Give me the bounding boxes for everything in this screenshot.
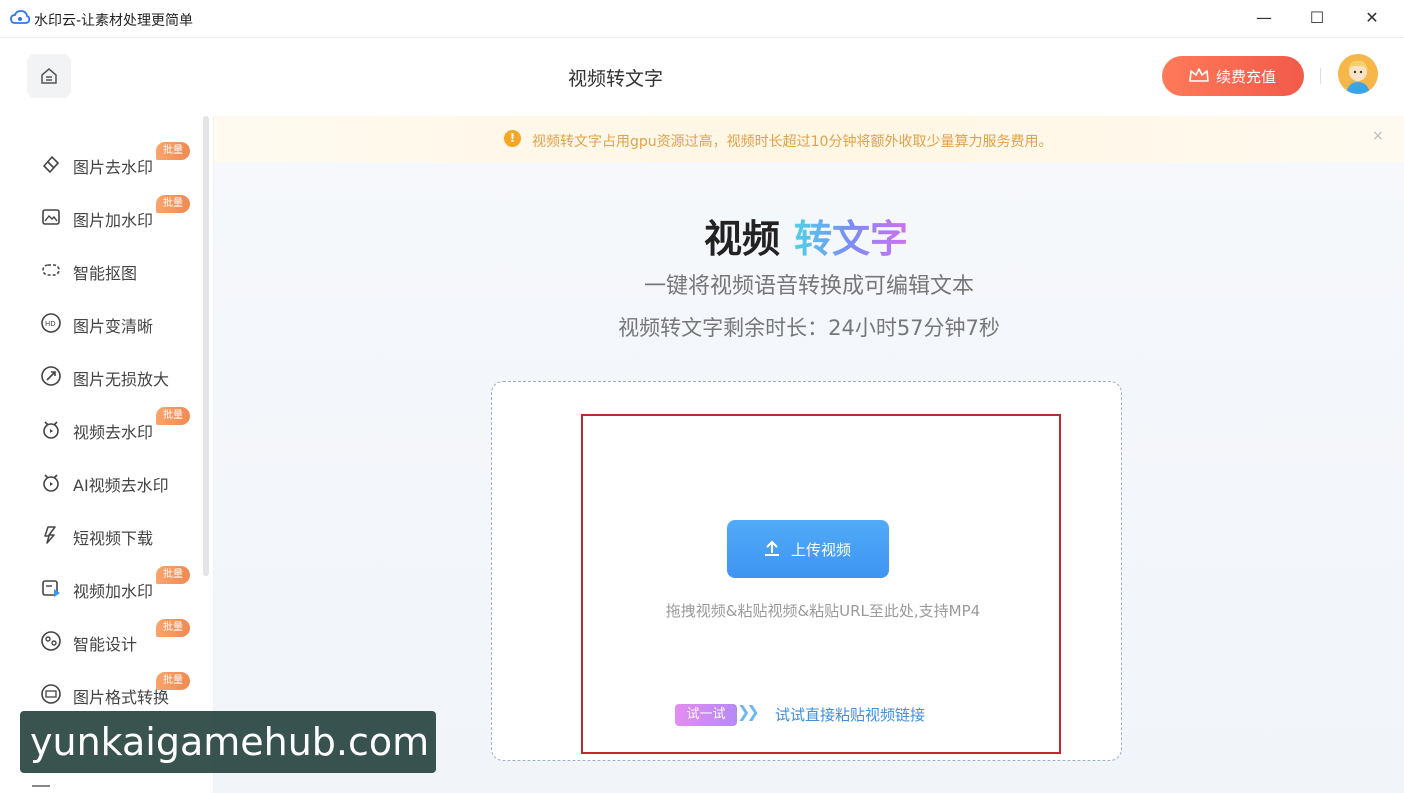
sidebar-item-smart-cutout[interactable]: 智能抠图 [0, 250, 200, 290]
sidebar-item-video-remove-watermark[interactable]: 视频去水印 批量 [0, 407, 200, 449]
sidebar-item-label: 图片无损放大 [73, 370, 170, 389]
sidebar-item-label: 智能设计 [73, 635, 138, 654]
sidebar-item-image-remove-watermark[interactable]: 图片去水印 批量 [0, 142, 200, 184]
home-icon [41, 68, 57, 84]
image-add-icon [42, 209, 60, 225]
notice-close-button[interactable]: × [1372, 128, 1384, 144]
notice-text: 视频转文字占用gpu资源过高，视频时长超过10分钟将额外收取少量算力服务费用。 [532, 134, 1053, 150]
highlight-box: 上传视频 拖拽视频&粘贴视频&粘贴URL至此处,支持MP4 试一试 ❯❯ 试试直… [581, 414, 1061, 754]
design-icon [41, 631, 61, 651]
sidebar-scrollbar[interactable] [203, 116, 209, 576]
crown-icon [1189, 68, 1209, 82]
sidebar-item-label: 视频加水印 [73, 582, 154, 601]
minimize-button[interactable]: — [1254, 8, 1274, 28]
remaining-time: 视频转文字剩余时长：24小时57分钟7秒 [618, 316, 1000, 340]
sidebar-item-smart-design[interactable]: 智能设计 批量 [0, 619, 200, 661]
cutout-icon [42, 264, 60, 276]
sidebar-item-label: AI视频去水印 [73, 476, 169, 495]
upload-icon [765, 540, 779, 556]
double-chevron-icon: ❯❯ [737, 702, 760, 721]
warning-icon: ! [504, 130, 521, 147]
home-button[interactable] [27, 54, 71, 98]
sidebar-item-label: 图片变清晰 [73, 317, 154, 336]
format-icon [41, 684, 61, 704]
sidebar-item-label: 图片去水印 [73, 158, 154, 177]
batch-badge: 批量 [156, 142, 190, 160]
watermark-overlay: yunkaigamehub.com [20, 711, 436, 773]
sidebar-item-label: 视频去水印 [73, 423, 154, 442]
ai-video-icon [43, 474, 59, 492]
video-eraser-icon [43, 421, 59, 439]
hero-subtitle: 一键将视频语音转换成可编辑文本 [643, 274, 974, 299]
close-window-button[interactable]: ✕ [1362, 8, 1382, 28]
window-title: 水印云-让素材处理更简单 [34, 13, 194, 29]
batch-badge: 批量 [156, 619, 190, 637]
video-add-icon [42, 580, 60, 597]
header-divider [1320, 68, 1321, 84]
svg-text:HD: HD [45, 320, 56, 328]
sidebar-item-short-video-download[interactable]: 短视频下载 [0, 515, 200, 555]
menu-icon[interactable] [32, 785, 50, 787]
upload-dropzone[interactable]: 上传视频 拖拽视频&粘贴视频&粘贴URL至此处,支持MP4 试一试 ❯❯ 试试直… [491, 381, 1122, 761]
sidebar-item-ai-video-remove-watermark[interactable]: AI视频去水印 [0, 462, 200, 502]
batch-badge: 批量 [156, 195, 190, 213]
batch-badge: 批量 [156, 407, 190, 425]
sidebar-item-image-format-convert[interactable]: 图片格式转换 批量 [0, 672, 200, 714]
cloud-logo-icon [10, 10, 30, 24]
maximize-button[interactable]: ☐ [1307, 8, 1327, 28]
title-bar: 水印云-让素材处理更简单 — ☐ ✕ [0, 0, 1404, 38]
upload-video-label: 上传视频 [791, 541, 852, 559]
sidebar-item-image-sharpen[interactable]: HD 图片变清晰 [0, 303, 200, 343]
enlarge-icon [41, 366, 61, 386]
hero-title-plain: 视频 [704, 217, 781, 261]
drop-hint: 拖拽视频&粘贴视频&粘贴URL至此处,支持MP4 [665, 602, 981, 620]
sidebar-item-video-add-watermark[interactable]: 视频加水印 批量 [0, 566, 200, 608]
sidebar-item-lossless-enlarge[interactable]: 图片无损放大 [0, 356, 200, 396]
recharge-label: 续费充值 [1216, 68, 1277, 86]
hd-icon: HD [41, 313, 61, 333]
notice-banner: ! 视频转文字占用gpu资源过高，视频时长超过10分钟将额外收取少量算力服务费用… [214, 116, 1404, 162]
app-header: 视频转文字 续费充值 [0, 38, 1404, 116]
sidebar-item-label: 图片加水印 [73, 211, 154, 230]
eraser-icon [42, 155, 60, 174]
recharge-button[interactable]: 续费充值 [1162, 56, 1304, 96]
sidebar-item-image-add-watermark[interactable]: 图片加水印 批量 [0, 195, 200, 237]
sidebar-item-label: 图片格式转换 [73, 688, 170, 707]
hero-title-highlight: 转文字 [794, 217, 909, 261]
page-title: 视频转文字 [568, 68, 664, 90]
batch-badge: 批量 [156, 672, 190, 690]
main-content: ! 视频转文字占用gpu资源过高，视频时长超过10分钟将额外收取少量算力服务费用… [214, 116, 1404, 793]
avatar[interactable] [1338, 54, 1378, 94]
download-icon [44, 526, 56, 544]
sidebar-item-label: 智能抠图 [73, 264, 138, 283]
paste-link-button[interactable]: 试试直接粘贴视频链接 [775, 704, 925, 725]
sidebar: 图片去水印 批量 图片加水印 批量 智能抠图 HD 图片变清晰 图片无损放大 视… [0, 116, 214, 793]
try-badge: 试一试 [675, 704, 737, 726]
user-avatar-icon [1338, 54, 1378, 94]
upload-video-button[interactable]: 上传视频 [727, 520, 889, 578]
hero-title: 视频 转文字 [704, 208, 908, 263]
batch-badge: 批量 [156, 566, 190, 584]
sidebar-item-label: 短视频下载 [73, 529, 154, 548]
